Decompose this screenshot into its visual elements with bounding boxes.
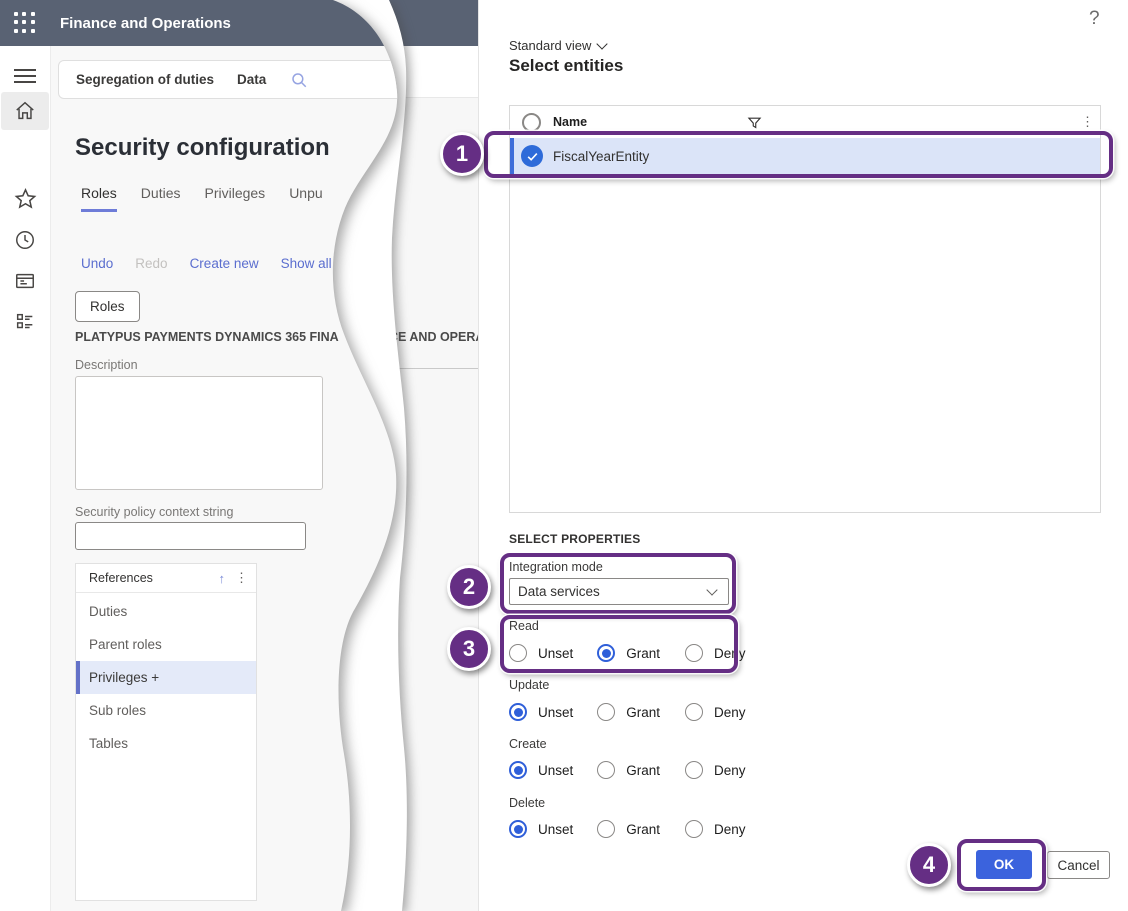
side-nav	[0, 46, 51, 911]
radio-delete-deny[interactable]: Deny	[685, 820, 746, 838]
select-properties-heading: SELECT PROPERTIES	[509, 532, 640, 546]
reference-item-duties[interactable]: Duties	[76, 595, 256, 628]
tab-unpublished[interactable]: Unpu	[289, 185, 322, 212]
task-list-icon[interactable]	[0, 304, 50, 340]
create-new-link[interactable]: Create new	[190, 256, 259, 271]
tab-roles[interactable]: Roles	[81, 185, 117, 212]
radio-create-unset[interactable]: Unset	[509, 761, 573, 779]
more-options-icon[interactable]: ⋮	[235, 570, 248, 586]
home-icon[interactable]	[0, 93, 50, 129]
radio-create-deny[interactable]: Deny	[685, 761, 746, 779]
create-label: Create	[509, 737, 547, 751]
filter-icon[interactable]	[747, 115, 762, 130]
radio-update-grant[interactable]: Grant	[597, 703, 660, 721]
sort-ascending-icon[interactable]: ↑	[219, 571, 226, 586]
cancel-button[interactable]: Cancel	[1047, 851, 1110, 879]
update-radio-group: Unset Grant Deny	[509, 703, 746, 721]
radio-delete-unset[interactable]: Unset	[509, 820, 573, 838]
navigation-search-bar[interactable]: Segregation of duties Data	[58, 60, 405, 99]
show-all-link[interactable]: Show all l	[281, 256, 339, 271]
annotation-box-step4	[957, 839, 1046, 891]
top-bar: Finance and Operations	[0, 0, 430, 46]
annotation-box-step3	[500, 615, 738, 673]
help-icon[interactable]: ?	[1089, 8, 1100, 30]
favorites-star-icon[interactable]	[0, 180, 50, 216]
breadcrumb-page[interactable]: Data	[237, 72, 266, 87]
description-label: Description	[75, 358, 138, 372]
security-policy-label: Security policy context string	[75, 505, 233, 519]
delete-radio-group: Unset Grant Deny	[509, 820, 746, 838]
recent-clock-icon[interactable]	[0, 222, 50, 258]
app-launcher-icon[interactable]	[14, 12, 36, 34]
delete-label: Delete	[509, 796, 545, 810]
create-radio-group: Unset Grant Deny	[509, 761, 746, 779]
references-panel: References ↑ ⋮ Duties Parent roles Privi…	[75, 563, 257, 901]
annotation-step-2: 2	[447, 565, 491, 609]
section-title: PLATYPUS PAYMENTS DYNAMICS 365 FINA	[75, 330, 339, 344]
undo-link[interactable]: Undo	[81, 256, 113, 271]
main-app-fragment: Finance and Operations	[0, 0, 430, 911]
update-label: Update	[509, 678, 549, 692]
annotation-step-4: 4	[907, 843, 951, 887]
tab-duties[interactable]: Duties	[141, 185, 181, 212]
breadcrumb-module[interactable]: Segregation of duties	[76, 72, 214, 87]
grid-more-options-icon[interactable]: ⋮	[1081, 114, 1094, 130]
tab-privileges[interactable]: Privileges	[204, 185, 265, 212]
select-all-checkbox[interactable]	[522, 113, 541, 132]
annotation-box-step2	[500, 553, 736, 614]
security-policy-input[interactable]	[75, 522, 306, 550]
annotation-step-3: 3	[447, 627, 491, 671]
reference-item-privileges[interactable]: Privileges +	[76, 661, 256, 694]
page-tabs: Roles Duties Privileges Unpu	[81, 185, 323, 212]
page-title: Security configuration	[75, 134, 330, 162]
references-title: References	[89, 571, 219, 585]
radio-update-deny[interactable]: Deny	[685, 703, 746, 721]
screen: NCE AND OPERA Finance and Operations	[0, 0, 1128, 911]
annotation-box-step1	[484, 131, 1113, 178]
action-links: Undo Redo Create new Show all l	[81, 256, 338, 271]
radio-update-unset[interactable]: Unset	[509, 703, 573, 721]
dialog-title: Select entities	[509, 56, 623, 76]
menu-icon[interactable]	[0, 58, 50, 94]
chevron-down-icon	[597, 38, 608, 49]
radio-delete-grant[interactable]: Grant	[597, 820, 660, 838]
redo-link[interactable]: Redo	[135, 256, 167, 271]
roles-button[interactable]: Roles	[75, 291, 140, 322]
annotation-step-1: 1	[440, 132, 484, 176]
column-header-name[interactable]: Name	[553, 115, 587, 129]
app-title: Finance and Operations	[60, 15, 231, 32]
description-textarea[interactable]	[75, 376, 323, 490]
reference-item-tables[interactable]: Tables	[76, 727, 256, 760]
search-icon[interactable]	[290, 71, 308, 89]
view-selector[interactable]: Standard view	[509, 38, 606, 53]
reference-item-sub-roles[interactable]: Sub roles	[76, 694, 256, 727]
reference-item-parent-roles[interactable]: Parent roles	[76, 628, 256, 661]
workspaces-icon[interactable]	[0, 263, 50, 299]
radio-create-grant[interactable]: Grant	[597, 761, 660, 779]
view-selector-label: Standard view	[509, 38, 591, 53]
references-header: References ↑ ⋮	[76, 564, 256, 593]
